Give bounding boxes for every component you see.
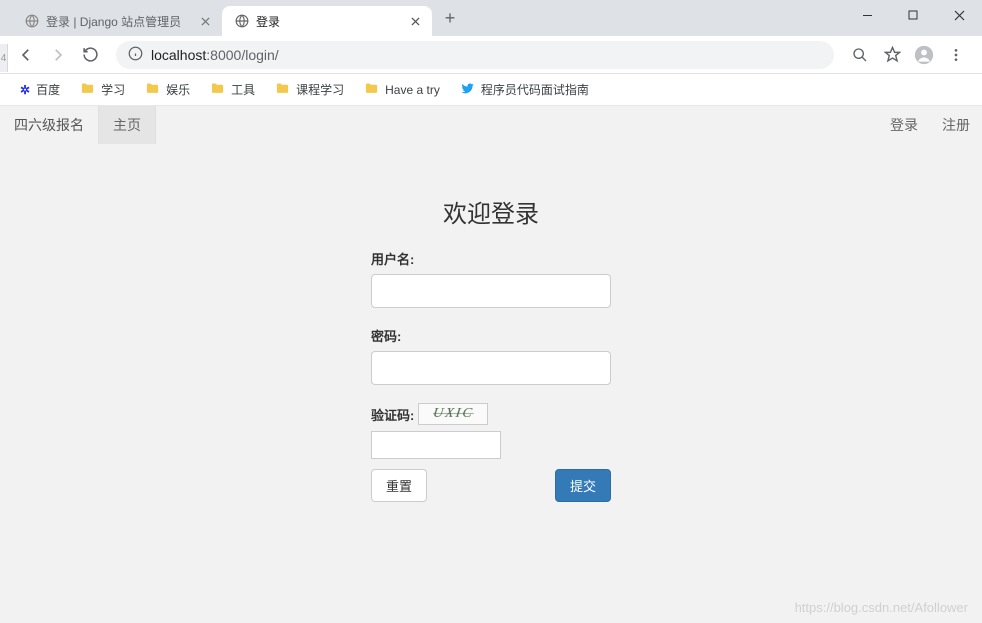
- bookmark-label: 百度: [36, 81, 60, 98]
- username-label: 用户名:: [371, 249, 611, 268]
- login-title: 欢迎登录: [371, 194, 611, 229]
- toolbar: localhost:8000/login/: [0, 36, 982, 74]
- folder-icon: [275, 81, 290, 99]
- reset-button[interactable]: 重置: [371, 469, 427, 502]
- zoom-icon[interactable]: [846, 41, 874, 69]
- bookmark-baidu[interactable]: ✲ 百度: [12, 77, 68, 102]
- bookmark-link[interactable]: 程序员代码面试指南: [452, 77, 597, 103]
- close-icon[interactable]: [408, 14, 422, 28]
- folder-icon: [210, 81, 225, 99]
- nav-login-link[interactable]: 登录: [878, 106, 930, 144]
- minimize-button[interactable]: [844, 0, 890, 30]
- captcha-input[interactable]: [371, 431, 501, 459]
- browser-tab-active[interactable]: 登录: [222, 6, 432, 36]
- bird-icon: [460, 81, 475, 99]
- bookmark-folder[interactable]: 工具: [202, 77, 263, 103]
- address-bar[interactable]: localhost:8000/login/: [116, 41, 834, 69]
- bookmark-label: 程序员代码面试指南: [481, 81, 589, 98]
- folder-icon: [145, 81, 160, 99]
- folder-icon: [364, 81, 379, 99]
- forward-button[interactable]: [44, 41, 72, 69]
- reload-button[interactable]: [76, 41, 104, 69]
- password-group: 密码:: [371, 326, 611, 385]
- editor-edge-artifact: 4: [0, 44, 8, 72]
- captcha-group: 验证码: UXIC: [371, 403, 611, 459]
- info-icon[interactable]: [128, 46, 143, 64]
- bookmark-label: 课程学习: [296, 81, 344, 98]
- submit-button[interactable]: 提交: [555, 469, 611, 502]
- login-form: 欢迎登录 用户名: 密码: 验证码: UXIC 重置 提交: [371, 194, 611, 502]
- bookmark-folder[interactable]: 课程学习: [267, 77, 352, 103]
- folder-icon: [80, 81, 95, 99]
- bookmark-label: 工具: [231, 81, 255, 98]
- tab-title: 登录: [256, 13, 402, 30]
- profile-icon[interactable]: [910, 41, 938, 69]
- nav-register-link[interactable]: 注册: [930, 106, 982, 144]
- bookmark-bar: ✲ 百度 学习 娱乐 工具 课程学习 Have a try 程序员代码面试指南: [0, 74, 982, 106]
- captcha-label: 验证码:: [371, 405, 414, 424]
- tab-title: 登录 | Django 站点管理员: [46, 13, 192, 30]
- tab-bar: 登录 | Django 站点管理员 登录 +: [0, 0, 982, 36]
- password-input[interactable]: [371, 351, 611, 385]
- globe-icon: [24, 13, 40, 29]
- bookmark-label: 娱乐: [166, 81, 190, 98]
- password-label: 密码:: [371, 326, 611, 345]
- close-window-button[interactable]: [936, 0, 982, 30]
- close-icon[interactable]: [198, 14, 212, 28]
- bookmark-label: 学习: [101, 81, 125, 98]
- url-text: localhost:8000/login/: [151, 47, 279, 63]
- star-icon[interactable]: [878, 41, 906, 69]
- new-tab-button[interactable]: +: [436, 4, 464, 32]
- back-button[interactable]: [12, 41, 40, 69]
- maximize-button[interactable]: [890, 0, 936, 30]
- page-nav: 四六级报名 主页 登录 注册: [0, 106, 982, 144]
- watermark: https://blog.csdn.net/Afollower: [795, 600, 968, 615]
- baidu-icon: ✲: [20, 83, 30, 97]
- bookmark-label: Have a try: [385, 83, 440, 97]
- window-controls: [844, 0, 982, 30]
- button-row: 重置 提交: [371, 469, 611, 502]
- browser-chrome: 登录 | Django 站点管理员 登录 +: [0, 0, 982, 106]
- menu-icon[interactable]: [942, 41, 970, 69]
- globe-icon: [234, 13, 250, 29]
- page-content: 四六级报名 主页 登录 注册 欢迎登录 用户名: 密码: 验证码: UXIC: [0, 106, 982, 623]
- nav-brand[interactable]: 四六级报名: [0, 106, 99, 144]
- username-input[interactable]: [371, 274, 611, 308]
- nav-home[interactable]: 主页: [99, 106, 156, 144]
- bookmark-folder[interactable]: Have a try: [356, 77, 448, 103]
- bookmark-folder[interactable]: 学习: [72, 77, 133, 103]
- username-group: 用户名:: [371, 249, 611, 308]
- captcha-image[interactable]: UXIC: [418, 403, 488, 425]
- bookmark-folder[interactable]: 娱乐: [137, 77, 198, 103]
- browser-tab-inactive[interactable]: 登录 | Django 站点管理员: [12, 6, 222, 36]
